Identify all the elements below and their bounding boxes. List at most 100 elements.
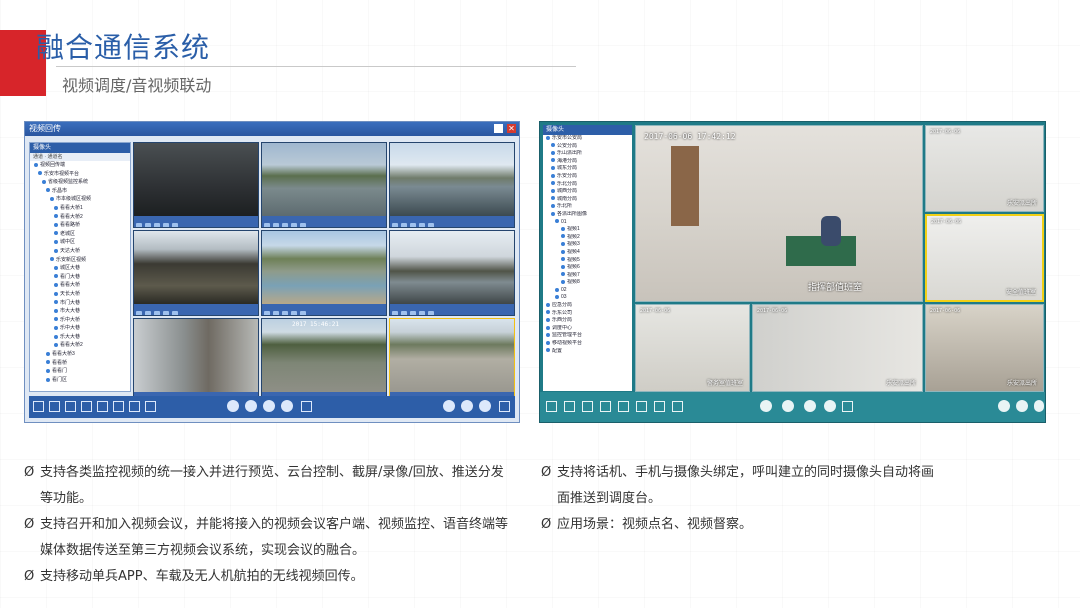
tree-node[interactable]: 城南分局 [543, 196, 632, 204]
layout-1-icon[interactable] [33, 401, 44, 412]
layout-6-icon[interactable] [582, 401, 593, 412]
close-button[interactable]: ✕ [507, 124, 516, 133]
video-tile-1[interactable] [133, 142, 259, 228]
tree-node[interactable]: 城西分局 [543, 188, 632, 196]
share-icon[interactable] [1034, 400, 1044, 412]
layout-13-icon[interactable] [113, 401, 124, 412]
video-view-4[interactable]: 2017-06-06 警务室值班室 [635, 304, 750, 392]
layout-4-icon[interactable] [564, 401, 575, 412]
monitor-icon[interactable] [499, 401, 510, 412]
layout-8-icon[interactable] [81, 401, 92, 412]
main-video-view[interactable]: 2017-06-06 17:42:12 指挥部值班室 [635, 125, 923, 302]
tree-node[interactable]: 视频7 [543, 272, 632, 280]
tile-controls[interactable] [134, 304, 258, 315]
screen-icon[interactable] [443, 400, 455, 412]
tree-node[interactable]: 乐中大桥 [30, 316, 130, 325]
tree-node[interactable]: 看门大巷 [30, 273, 130, 282]
video-tile-8[interactable]: 2017 15:46:21 [261, 318, 387, 404]
tree-node[interactable]: 看门区 [30, 376, 130, 385]
tree-node[interactable]: 看看大桥2 [30, 341, 130, 350]
camera-icon[interactable] [227, 400, 239, 412]
snapshot-icon[interactable] [245, 400, 257, 412]
tree-node[interactable]: 视频1 [543, 226, 632, 234]
record-icon[interactable] [804, 400, 816, 412]
tree-node[interactable]: 配置 [543, 348, 632, 356]
tree-node[interactable]: 视频5 [543, 257, 632, 265]
tree-node[interactable]: 看看大桥2 [30, 213, 130, 222]
tile-controls[interactable] [390, 216, 514, 227]
ptz-icon[interactable] [281, 400, 293, 412]
tree-node[interactable]: 乐中大巷 [30, 324, 130, 333]
tree-node[interactable]: 省级视频监控系统 [30, 178, 130, 187]
tree-node[interactable]: 乐山派出所 [543, 150, 632, 158]
tree-node[interactable]: 监控管理平台 [543, 332, 632, 340]
tree-node[interactable]: 乐西分局 [543, 317, 632, 325]
layout-6-icon[interactable] [65, 401, 76, 412]
tree-node[interactable]: 看看大桥1 [30, 204, 130, 213]
tree-node[interactable]: 视频8 [543, 279, 632, 287]
video-tile-4[interactable] [133, 230, 259, 316]
layout-8-icon[interactable] [600, 401, 611, 412]
tree-node[interactable]: 看看路桥 [30, 221, 130, 230]
tree-node[interactable]: 乐安新区视频 [30, 256, 130, 265]
tree-node[interactable]: 城东分局 [543, 165, 632, 173]
screen-icon[interactable] [998, 400, 1010, 412]
tree-node[interactable]: 乐北分局 [543, 181, 632, 189]
tree-node[interactable]: 天达大桥 [30, 247, 130, 256]
layout-25-icon[interactable] [145, 401, 156, 412]
tree-node[interactable]: 乐安分局 [543, 173, 632, 181]
tile-controls[interactable] [262, 304, 386, 315]
fullscreen-icon[interactable] [301, 401, 312, 412]
camera-icon[interactable] [760, 400, 772, 412]
tile-controls[interactable] [390, 304, 514, 315]
tree-node[interactable]: 视频4 [543, 249, 632, 257]
tile-controls[interactable] [262, 216, 386, 227]
tree-node[interactable]: 市门大巷 [30, 299, 130, 308]
video-tile-6[interactable] [389, 230, 515, 316]
layout-16-icon[interactable] [654, 401, 665, 412]
snapshot-icon[interactable] [782, 400, 794, 412]
record-icon[interactable] [263, 400, 275, 412]
tree-node[interactable]: 各派出所图像 [543, 211, 632, 219]
video-tile-2[interactable] [261, 142, 387, 228]
video-tile-7[interactable] [133, 318, 259, 404]
tree-node[interactable]: 03 [543, 294, 632, 302]
tree-node[interactable]: 01 [543, 219, 632, 227]
tree-node[interactable]: 老城区 [30, 230, 130, 239]
tree-node[interactable]: 看看门 [30, 367, 130, 376]
ptz-icon[interactable] [824, 400, 836, 412]
tree-node[interactable]: 视频6 [543, 264, 632, 272]
settings-icon[interactable] [461, 400, 473, 412]
share-icon[interactable] [479, 400, 491, 412]
layout-25-icon[interactable] [672, 401, 683, 412]
tree-node[interactable]: 看看大桥 [30, 281, 130, 290]
layout-4-icon[interactable] [49, 401, 60, 412]
tree-node[interactable]: 乐北所 [543, 203, 632, 211]
tree-node[interactable]: 乐东公司 [543, 310, 632, 318]
layout-16-icon[interactable] [129, 401, 140, 412]
tree-node[interactable]: 天长大桥 [30, 290, 130, 299]
layout-1-icon[interactable] [546, 401, 557, 412]
tree-node[interactable]: 乐安市视频平台 [30, 170, 130, 179]
tree-node[interactable]: 市本级城区视频 [30, 195, 130, 204]
layout-9-icon[interactable] [618, 401, 629, 412]
tree-node[interactable]: 视频2 [543, 234, 632, 242]
tree-node[interactable]: 视频回传端 [30, 161, 130, 170]
tree-node[interactable]: 公安分局 [543, 143, 632, 151]
tree-node[interactable]: 海港分局 [543, 158, 632, 166]
tree-node[interactable]: 移动视频平台 [543, 340, 632, 348]
video-view-3[interactable]: 2017-06-06 安全值班室 [925, 214, 1044, 302]
tree-node[interactable]: 02 [543, 287, 632, 295]
layout-13-icon[interactable] [636, 401, 647, 412]
fullscreen-icon[interactable] [842, 401, 853, 412]
tree-node[interactable]: 看看桥 [30, 359, 130, 368]
video-tile-5[interactable] [261, 230, 387, 316]
tree-node[interactable]: 市大大巷 [30, 307, 130, 316]
tree-node[interactable]: 乐安市公安局 [543, 135, 632, 143]
tree-node[interactable]: 城区大巷 [30, 264, 130, 273]
tree-node[interactable]: 看看大桥3 [30, 350, 130, 359]
tree-node[interactable]: 乐昌市 [30, 187, 130, 196]
tree-node[interactable]: 城中区 [30, 238, 130, 247]
tree-node[interactable]: 调度中心 [543, 325, 632, 333]
video-view-6[interactable]: 2017-06-06 乐安派出所 [925, 304, 1044, 392]
